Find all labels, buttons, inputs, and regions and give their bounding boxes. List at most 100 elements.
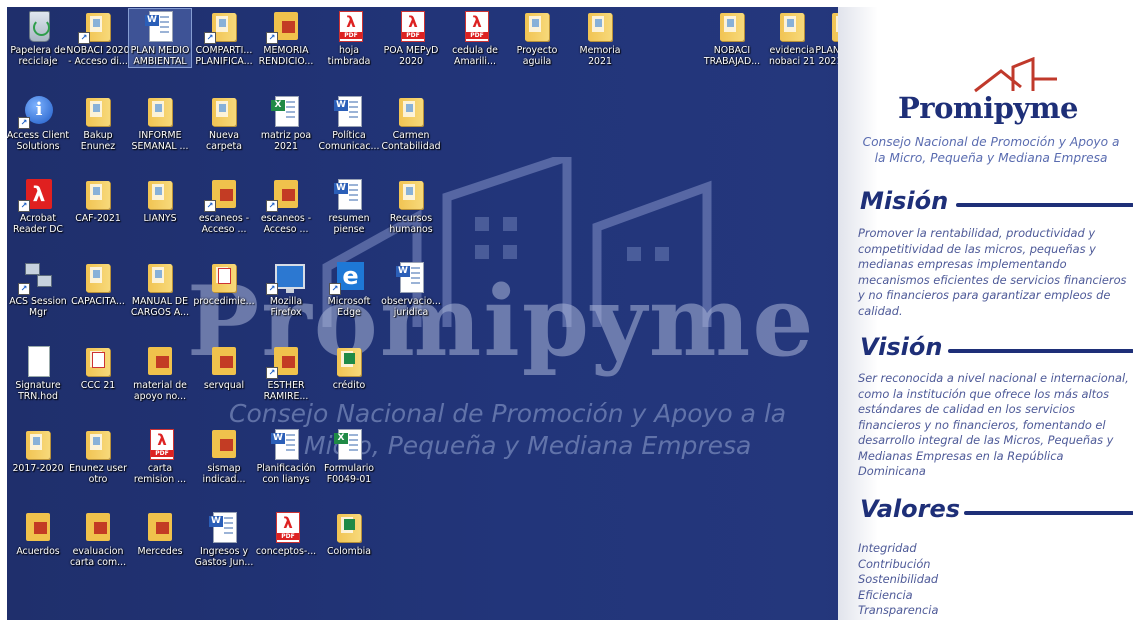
valor-item: Integridad	[858, 541, 917, 555]
desktop-icon[interactable]: e ↗ Microsoft Edge	[318, 260, 380, 318]
pdf-doc-icon	[207, 261, 241, 293]
desktop-icon-label: Bakup Enunez	[80, 130, 116, 152]
desktop-icon-label: Mercedes	[137, 546, 183, 557]
desktop-icon[interactable]: Enunez user otro	[67, 427, 129, 485]
presentation-icon: ↗	[266, 178, 303, 212]
desktop-icon-label: Política Comunicac...	[318, 130, 380, 152]
vision-heading: Visión	[860, 333, 943, 361]
desktop-icon[interactable]: ↗escaneos - Acceso ...	[193, 177, 255, 235]
recycle-bin-icon	[21, 10, 55, 42]
desktop-icon[interactable]: sismap indicad...	[193, 427, 255, 485]
desktop-icon-label: COMPARTI... PLANIFICA...	[195, 45, 253, 67]
desktop-icon[interactable]: Acuerdos	[7, 510, 69, 568]
desktop-icon-label: conceptos-...	[255, 546, 317, 557]
desktop-icon[interactable]: MANUAL DE CARGOS A...	[129, 260, 191, 318]
desktop-icon[interactable]: crédito	[318, 344, 380, 402]
desktop-icon[interactable]: Recursos humanos	[380, 177, 442, 235]
excel-icon: X	[332, 428, 366, 460]
word-document-icon: W	[143, 10, 177, 42]
desktop-icon[interactable]: Mercedes	[129, 510, 191, 568]
desktop-icon[interactable]: Wobservacio... juridica	[380, 260, 442, 318]
desktop-icon-label: Memoria 2021	[579, 45, 621, 67]
desktop-icon[interactable]: Wresumen piense	[318, 177, 380, 235]
desktop-icon[interactable]: LIANYS	[129, 177, 191, 235]
desktop-icon-label: NOBACI TRABAJAD...	[703, 45, 761, 67]
desktop-icon[interactable]: λ PDF carta remision ...	[129, 427, 191, 485]
desktop-icon[interactable]: ↗ Mozilla Firefox	[255, 260, 317, 318]
desktop-icon[interactable]: NOBACI TRABAJAD...	[701, 9, 763, 67]
desktop-icon[interactable]: W Planificación con lianys	[255, 427, 317, 485]
desktop-icon[interactable]: ↗ NOBACI 2020 - Acceso di...	[66, 9, 130, 67]
desktop-icon[interactable]: i ↗ Access Client Solutions	[7, 94, 69, 152]
desktop-icon[interactable]: Bakup Enunez	[67, 94, 129, 152]
desktop-icon-label: Planificación con lianys	[256, 463, 316, 485]
folder-icon	[81, 261, 115, 293]
desktop-icon[interactable]: W Política Comunicac...	[318, 94, 380, 152]
desktop-icon[interactable]: λ PDF POA MEPyD 2020	[380, 9, 442, 67]
presentation-icon: ↗	[266, 345, 303, 379]
desktop-icon[interactable]: Proyecto aguila	[506, 9, 568, 67]
desktop-icon[interactable]: W Ingresos y Gastos Jun...	[193, 510, 255, 568]
pdf-icon: λ PDF	[332, 10, 366, 42]
shortcut-arrow-icon: ↗	[18, 283, 30, 295]
desktop-icon-label: carta remision ...	[133, 463, 187, 485]
valores-heading: Valores	[860, 495, 961, 523]
folder-icon	[81, 428, 115, 460]
desktop-icon[interactable]: λ ↗ Acrobat Reader DC	[7, 177, 69, 235]
desktop-icon-label: hoja timbrada	[327, 45, 371, 67]
desktop-icon[interactable]: INFORME SEMANAL ...	[129, 94, 191, 152]
pdf-doc-icon	[81, 345, 115, 377]
desktop-icon[interactable]: Colombia	[318, 510, 380, 568]
desktop-icon[interactable]: λ PDF cedula de Amarili...	[444, 9, 506, 67]
desktop-icon[interactable]: Carmen Contabilidad	[380, 94, 442, 152]
desktop-icon[interactable]: evaluacion carta com...	[67, 510, 129, 568]
desktop-icon[interactable]: ↗escaneos - Acceso ...	[255, 177, 317, 235]
desktop-icon[interactable]: X Formulario F0049-01	[318, 427, 380, 485]
desktop-icon-label: crédito	[332, 380, 366, 391]
presentation-icon	[207, 428, 241, 460]
desktop-icon[interactable]: servqual	[193, 344, 255, 402]
desktop-icon[interactable]: procedimie...	[193, 260, 255, 318]
desktop-icon[interactable]: ↗ ESTHER RAMIRE...	[255, 344, 317, 402]
desktop-icon[interactable]: material de apoyo no...	[129, 344, 191, 402]
desktop-icon[interactable]: Xmatriz poa 2021	[255, 94, 317, 152]
desktop-icon[interactable]: 2017-2020	[7, 427, 69, 485]
desktop-icon[interactable]: CAF-2021	[67, 177, 129, 235]
desktop-icon[interactable]: ↗ MEMORIA RENDICIO...	[255, 9, 317, 67]
presentation-icon	[143, 345, 177, 377]
desktop-icon[interactable]: Papelera de reciclaje	[7, 9, 69, 67]
desktop-icon[interactable]: CCC 21	[67, 344, 129, 402]
desktop-icon[interactable]: CAPACITA...	[67, 260, 129, 318]
word-document-icon: W	[332, 178, 366, 210]
shortcut-arrow-icon: ↗	[329, 283, 341, 295]
desktop-icon-label: evaluacion carta com...	[69, 546, 127, 568]
desktop-icon-label: resumen piense	[328, 213, 370, 235]
desktop-icon-label: Access Client Solutions	[7, 130, 70, 152]
desktop-icon-label: Ingresos y Gastos Jun...	[194, 546, 254, 568]
desktop-icon[interactable]: W PLAN MEDIO AMBIENTAL	[128, 8, 192, 68]
folder-icon	[394, 95, 428, 127]
desktop-icon[interactable]: Nueva carpeta	[193, 94, 255, 152]
desktop-icon[interactable]: Signature TRN.hod	[7, 344, 69, 402]
folder-icon: ↗	[204, 10, 241, 44]
desktop-icon-label: Colombia	[326, 546, 372, 557]
mision-text: Promover la rentabilidad, productividad …	[858, 226, 1127, 318]
desktop-icon-label: cedula de Amarili...	[452, 45, 498, 67]
folder-icon	[207, 95, 241, 127]
desktop-icon-label: procedimie...	[193, 296, 255, 307]
desktop-icon[interactable]: λ PDF hoja timbrada	[318, 9, 380, 67]
desktop-icon-label: NOBACI 2020 - Acceso di...	[66, 45, 130, 67]
desktop-icon-label: Mozilla Firefox	[269, 296, 303, 318]
desktop-icon[interactable]: λ PDF conceptos-...	[255, 510, 317, 568]
desktop-icon-label: escaneos - Acceso ...	[198, 213, 250, 235]
desktop[interactable]: Promipyme Consejo Nacional de Promoción …	[7, 7, 1133, 620]
folder-icon	[143, 178, 177, 210]
shortcut-arrow-icon: ↗	[266, 200, 278, 212]
folder-icon	[394, 178, 428, 210]
desktop-icon-label: observacio... juridica	[381, 296, 441, 318]
promipyme-info-panel: Promipyme Consejo Nacional de Promoción …	[838, 7, 1133, 620]
desktop-icon[interactable]: ↗ ACS Session Mgr	[7, 260, 69, 318]
presentation-icon	[81, 511, 115, 543]
desktop-icon[interactable]: Memoria 2021	[569, 9, 631, 67]
desktop-icon[interactable]: ↗COMPARTI... PLANIFICA...	[193, 9, 255, 67]
